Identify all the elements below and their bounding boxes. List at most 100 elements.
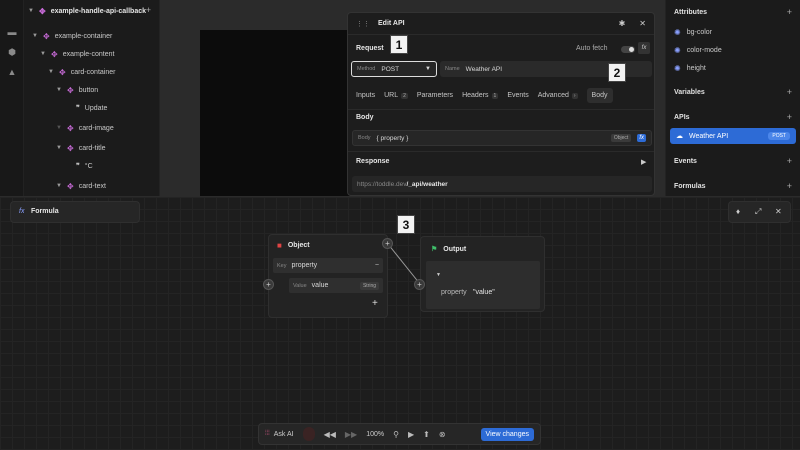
element-icon: ✥: [67, 123, 74, 133]
tab-body[interactable]: Body: [586, 88, 613, 103]
add-icon[interactable]: +: [146, 5, 151, 15]
fast-forward-icon[interactable]: ▶▶: [345, 430, 357, 439]
key-field[interactable]: Key property −: [273, 258, 383, 273]
auto-fetch-toggle[interactable]: [621, 46, 635, 53]
add-event-icon[interactable]: +: [787, 156, 792, 166]
output-node[interactable]: ⚑ Output ▼ property "value": [420, 236, 545, 312]
object-icon: ■: [277, 241, 282, 250]
divider: [348, 151, 654, 152]
tab-parameters[interactable]: Parameters: [417, 92, 453, 99]
element-tree: ▼ ✥ example-handle-api-callback + ▼ ✥ exam…: [24, 0, 160, 196]
minus-icon[interactable]: −: [375, 262, 379, 269]
input-port[interactable]: +: [414, 279, 425, 290]
variables-section: Variables +: [674, 87, 792, 97]
right-panel: Attributes + ✺ bg-color ✺ color-mode ✺ heigh…: [665, 0, 800, 196]
api-item-weather[interactable]: ☁ Weather API POST: [670, 128, 796, 144]
output-port[interactable]: +: [382, 238, 393, 249]
tree-item-button[interactable]: ▼ ✥ button: [56, 83, 98, 97]
zoom-level[interactable]: 100%: [366, 431, 384, 438]
output-preview: ▼ property "value": [426, 261, 540, 309]
attribute-item[interactable]: ✺ bg-color: [674, 28, 712, 37]
tree-item-update-text[interactable]: ❞ Update: [76, 101, 107, 115]
attribute-item[interactable]: ✺ color-mode: [674, 46, 722, 55]
method-select[interactable]: Method POST ▼: [351, 61, 437, 77]
view-changes-button[interactable]: View changes: [480, 427, 534, 441]
callout-1: 1: [390, 35, 408, 54]
add-attribute-icon[interactable]: +: [787, 7, 792, 17]
chevron-down-icon: ▼: [425, 66, 431, 72]
chevron-down-icon[interactable]: ▼: [56, 87, 62, 93]
upload-icon[interactable]: ⬆: [423, 430, 430, 439]
formula-icon[interactable]: fx: [638, 42, 650, 54]
tree-item-celsius-text[interactable]: ❞ °C: [76, 159, 93, 173]
stop-icon[interactable]: ⊗: [439, 430, 446, 439]
value-field[interactable]: Value value String: [289, 278, 383, 293]
rewind-icon[interactable]: ◀◀: [324, 430, 336, 439]
lightbulb-icon[interactable]: ♦: [736, 207, 740, 216]
package-icon[interactable]: ⬢: [7, 47, 17, 57]
tree-item-example-container[interactable]: ▼ ✥ example-container: [32, 29, 112, 43]
tree-item-card-title[interactable]: ▼ ✥ card-title: [56, 141, 106, 155]
preview-frame[interactable]: [200, 30, 350, 196]
play-icon[interactable]: ▶: [641, 158, 646, 166]
warning-icon[interactable]: ▲: [7, 67, 17, 77]
tab-url[interactable]: URL 2: [384, 92, 408, 99]
chevron-down-icon[interactable]: ▼: [56, 145, 62, 151]
tab-headers[interactable]: Headers 1: [462, 92, 499, 99]
close-icon[interactable]: ✕: [639, 19, 646, 28]
formula-icon: fx: [19, 208, 25, 215]
chevron-down-icon[interactable]: ▼: [436, 272, 441, 278]
input-port[interactable]: +: [263, 279, 274, 290]
body-field[interactable]: Body { property } Object fx: [352, 130, 652, 146]
chevron-down-icon[interactable]: ▼: [40, 51, 46, 57]
chevron-down-icon[interactable]: ▼: [48, 69, 54, 75]
tab-events[interactable]: Events: [507, 92, 528, 99]
element-icon: ✥: [67, 143, 74, 153]
auto-fetch-label: Auto fetch: [576, 45, 608, 52]
tab-advanced[interactable]: Advanced ›: [538, 92, 578, 99]
element-icon: ✥: [67, 181, 74, 191]
cloud-icon: ☁: [676, 133, 683, 140]
tree-item-card-container[interactable]: ▼ ✥ card-container: [48, 65, 115, 79]
element-icon: ✥: [51, 49, 58, 59]
formula-header: fx Formula: [10, 201, 140, 223]
divider: [348, 109, 654, 110]
close-icon[interactable]: ✕: [775, 207, 782, 216]
gear-icon: ✺: [674, 28, 681, 37]
element-icon: ✥: [59, 67, 66, 77]
chevron-down-icon[interactable]: ▼: [32, 33, 38, 39]
api-tabs: Inputs URL 2 Parameters Headers 1 Events A…: [356, 88, 613, 103]
ask-ai-button[interactable]: ⦙⦙⦙ Ask AI: [265, 430, 294, 438]
body-heading: Body: [356, 114, 374, 121]
tree-root[interactable]: ▼ ✥ example-handle-api-callback: [28, 4, 146, 18]
type-badge: Object: [610, 134, 632, 142]
tree-item-example-content[interactable]: ▼ ✥ example-content: [40, 47, 114, 61]
record-icon[interactable]: [302, 427, 315, 441]
folder-icon[interactable]: ▬: [7, 27, 17, 37]
add-variable-icon[interactable]: +: [787, 87, 792, 97]
element-icon: ✥: [43, 31, 50, 41]
chevron-down-icon[interactable]: ▼: [56, 183, 62, 189]
object-node[interactable]: ■ Object Key property − Value value Stri…: [268, 234, 388, 318]
events-section: Events +: [674, 156, 792, 166]
attribute-item[interactable]: ✺ height: [674, 64, 706, 73]
formula-editor[interactable]: [0, 196, 800, 450]
tab-inputs[interactable]: Inputs: [356, 92, 375, 99]
expand-icon[interactable]: ⤢: [755, 207, 761, 217]
search-icon[interactable]: ⚲: [393, 430, 399, 439]
add-entry-icon[interactable]: +: [372, 298, 378, 309]
play-icon[interactable]: ▶: [408, 430, 414, 439]
bug-icon[interactable]: ✱: [619, 19, 626, 28]
tree-item-card-image[interactable]: ▼ ✥ card-image: [56, 121, 114, 135]
add-api-icon[interactable]: +: [787, 112, 792, 122]
tree-item-card-text[interactable]: ▼ ✥ card-text: [56, 179, 106, 193]
chevron-down-icon[interactable]: ▼: [28, 8, 34, 14]
formula-title: Formula: [31, 208, 59, 215]
drag-handle-icon[interactable]: ⋮⋮: [356, 20, 370, 28]
add-formula-icon[interactable]: +: [787, 181, 792, 191]
formula-icon[interactable]: fx: [637, 134, 646, 142]
output-value: "value": [473, 289, 495, 296]
text-node-icon: ❞: [76, 105, 80, 112]
gear-icon: ✺: [674, 46, 681, 55]
element-icon: ✥: [67, 85, 74, 95]
